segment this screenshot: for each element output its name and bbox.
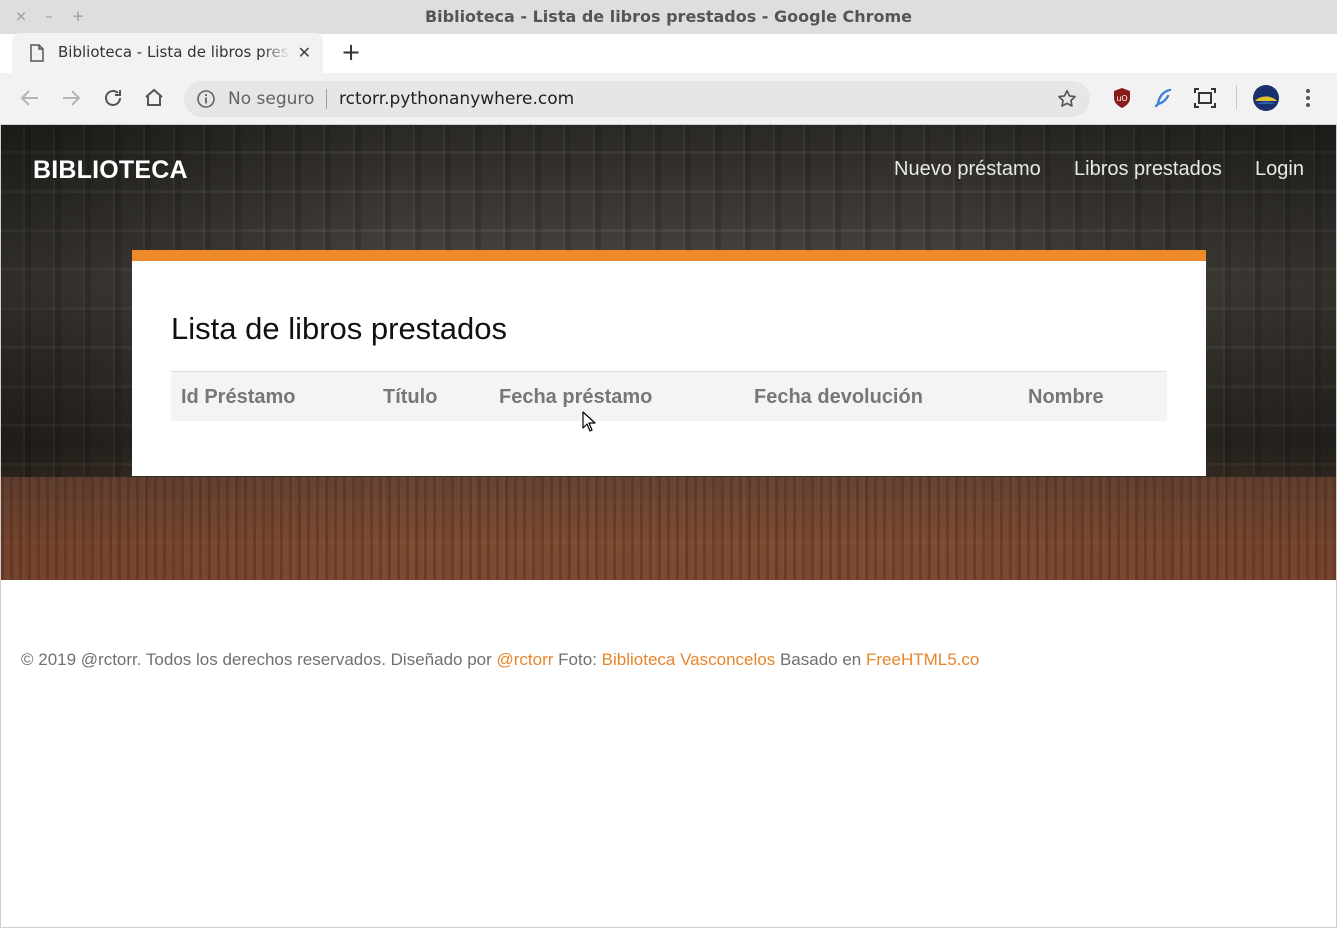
omnibox-divider (326, 89, 327, 109)
column-nombre: Nombre (1028, 386, 1104, 408)
ublock-icon[interactable]: uO (1110, 86, 1134, 110)
nav-nuevo-prestamo[interactable]: Nuevo préstamo (894, 158, 1041, 181)
column-fecha-devolucion: Fecha devolución (754, 386, 923, 408)
footer-based-label: Basado en (779, 650, 862, 669)
back-icon[interactable] (18, 86, 42, 110)
cursor-icon (582, 411, 596, 438)
site-brand[interactable]: BIBLIOTECA (33, 156, 188, 185)
footer-photo-link[interactable]: Biblioteca Vasconcelos (602, 650, 776, 669)
tab-title: Biblioteca - Lista de libros prestados (58, 43, 290, 61)
profile-avatar[interactable] (1252, 84, 1280, 112)
column-titulo: Título (383, 386, 438, 408)
footer-photo-label: Foto: (558, 650, 597, 669)
feather-icon[interactable] (1151, 86, 1175, 110)
column-id-prestamo: Id Préstamo (181, 386, 296, 408)
window-titlebar: × – + Biblioteca - Lista de libros prest… (0, 0, 1337, 34)
nav-libros-prestados[interactable]: Libros prestados (1074, 158, 1222, 181)
page-icon (30, 44, 44, 67)
footer-freehtml5-link[interactable]: FreeHTML5.co (866, 650, 979, 669)
forward-icon[interactable] (59, 86, 83, 110)
tab-close-icon[interactable]: ✕ (298, 43, 311, 62)
url-text[interactable]: rctorr.pythonanywhere.com (339, 89, 574, 109)
security-label: No seguro (228, 89, 315, 109)
window-title: Biblioteca - Lista de libros prestados -… (424, 7, 913, 26)
footer: © 2019 @rctorr. Todos los derechos reser… (21, 650, 979, 670)
svg-text:uO: uO (1116, 94, 1127, 103)
menu-icon[interactable] (1296, 86, 1320, 110)
footer-designer-link[interactable]: @rctorr (497, 650, 554, 669)
nav-login[interactable]: Login (1255, 158, 1304, 181)
reload-icon[interactable] (101, 86, 125, 110)
page-title: Lista de libros prestados (171, 311, 508, 346)
column-fecha-prestamo: Fecha préstamo (499, 386, 653, 408)
footer-copyright: © 2019 @rctorr. Todos los derechos reser… (21, 650, 492, 669)
screenshot-icon[interactable] (1193, 86, 1217, 110)
home-icon[interactable] (142, 86, 166, 110)
browser-toolbar: No seguro rctorr.pythonanywhere.com uO (0, 73, 1337, 125)
browser-tab[interactable]: Biblioteca - Lista de libros prestados ✕ (12, 33, 323, 73)
content-card: Lista de libros prestados Id Préstamo Tí… (132, 250, 1206, 476)
toolbar-divider (1236, 85, 1237, 109)
hero-floor (1, 477, 1336, 580)
loans-table-header: Id Préstamo Título Fecha préstamo Fecha … (171, 371, 1167, 421)
info-icon[interactable] (196, 89, 216, 114)
new-tab-button[interactable]: + (341, 38, 361, 66)
star-icon[interactable] (1056, 88, 1078, 115)
address-bar[interactable]: No seguro rctorr.pythonanywhere.com (184, 81, 1090, 117)
